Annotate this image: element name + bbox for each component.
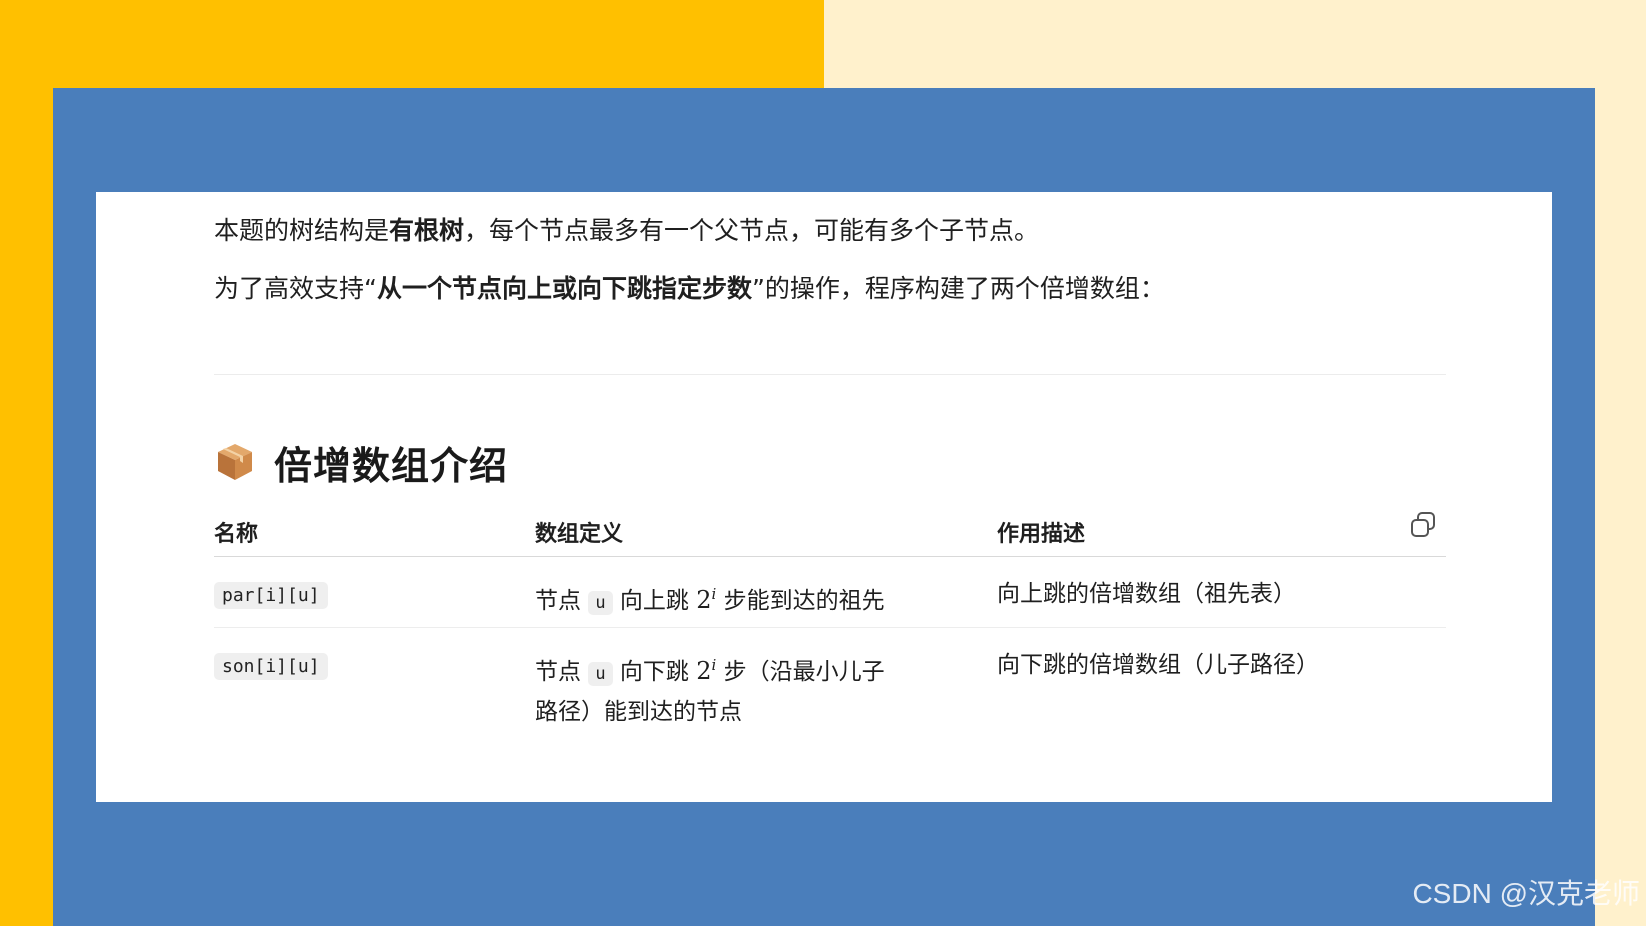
intro-bold: 从一个节点向上或向下跳指定步数 [376,274,752,303]
def-text: 节点 [535,659,581,685]
intro-paragraph-1: 本题的树结构是有根树，每个节点最多有一个父节点，可能有多个子节点。 [214,214,1039,248]
def-text: 步能到达的祖先 [723,588,885,614]
header-description: 作用描述 [997,522,1086,547]
def-text: 向上跳 [619,588,689,614]
code-var: u [588,662,613,686]
math-power: 2i [696,585,717,614]
intro-text: 本题的树结构是 [214,216,390,245]
math-exponent: i [711,585,717,603]
package-icon [218,444,252,480]
watermark: CSDN @汉克老师 [1412,878,1640,909]
array-table: 名称 数组定义 作用描述 par[i][u] 节点 u 向上跳 2i 步能到达的… [214,510,1446,728]
code-name: son[i][u] [214,653,328,680]
math-base: 2 [696,586,712,614]
math-exponent: i [711,656,717,674]
row-description: 向下跳的倍增数组（儿子路径） [997,652,1319,678]
copy-icon[interactable] [1408,510,1438,540]
row-description: 向上跳的倍增数组（祖先表） [997,581,1296,607]
intro-text: ”的操作，程序构建了两个倍增数组： [751,274,1165,303]
row-definition: 节点 u 向上跳 2i 步能到达的祖先 [535,575,885,622]
intro-text: ，每个节点最多有一个父节点，可能有多个子节点。 [464,216,1040,245]
divider [214,374,1446,375]
math-base: 2 [696,657,712,685]
section-heading: 倍增数组介绍 [214,437,509,488]
table-header: 名称 数组定义 作用描述 [214,510,1446,557]
row-name: son[i][u] [214,646,328,686]
content-card: 本题的树结构是有根树，每个节点最多有一个父节点，可能有多个子节点。 为了高效支持… [96,192,1552,802]
row-definition: 节点 u 向下跳 2i 步（沿最小儿子路径）能到达的节点 [535,646,905,731]
intro-text: 为了高效支持“ [214,274,377,303]
code-var: u [588,591,613,615]
intro-paragraph-2: 为了高效支持“从一个节点向上或向下跳指定步数”的操作，程序构建了两个倍增数组： [214,272,1165,306]
intro-bold: 有根树 [389,216,465,245]
table-row: par[i][u] 节点 u 向上跳 2i 步能到达的祖先 向上跳的倍增数组（祖… [214,557,1446,628]
def-text: 节点 [535,588,581,614]
table-row: son[i][u] 节点 u 向下跳 2i 步（沿最小儿子路径）能到达的节点 向… [214,628,1446,728]
section-title: 倍增数组介绍 [274,443,509,488]
def-text: 向下跳 [619,659,689,685]
header-name: 名称 [214,522,259,547]
header-definition: 数组定义 [535,522,624,547]
math-power: 2i [696,656,717,685]
code-name: par[i][u] [214,582,328,609]
row-name: par[i][u] [214,575,328,615]
